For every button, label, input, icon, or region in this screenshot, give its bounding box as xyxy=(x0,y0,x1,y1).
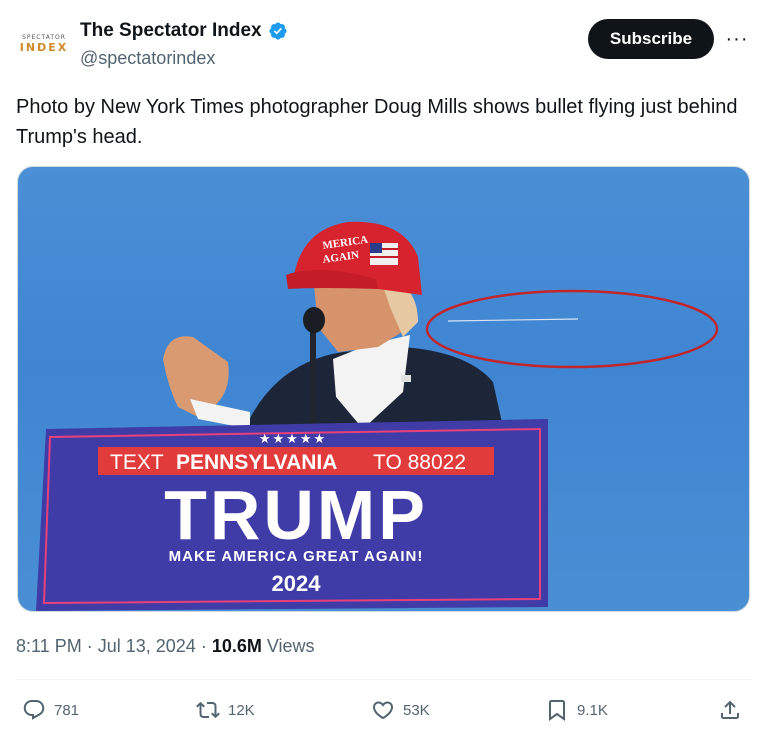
account-handle[interactable]: @spectatorindex xyxy=(80,48,215,69)
reply-button[interactable]: 781 xyxy=(22,698,79,722)
like-count: 53K xyxy=(403,701,430,719)
banner-text-3: TO 88022 xyxy=(373,451,466,474)
tweet-time[interactable]: 8:11 PM xyxy=(16,636,82,656)
views-label: Views xyxy=(266,636,315,656)
repost-count: 12K xyxy=(228,701,255,719)
more-options-icon[interactable]: ··· xyxy=(722,24,752,54)
podium-slogan: MAKE AMERICA GREAT AGAIN! xyxy=(169,548,424,565)
like-button[interactable]: 53K xyxy=(371,698,430,722)
bookmark-icon xyxy=(549,700,565,721)
divider xyxy=(16,679,752,680)
verified-badge-icon xyxy=(269,22,287,40)
repost-button[interactable]: 12K xyxy=(196,698,255,722)
photo-illustration: MERICA AGAIN ★★★★★ TEXT PENNSYLVANIA TO … xyxy=(36,221,719,611)
reply-count: 781 xyxy=(54,701,80,719)
podium-main-text: TRUMP xyxy=(164,476,428,554)
bookmark-button[interactable]: 9.1K xyxy=(545,698,608,722)
views-count: 10.6M xyxy=(211,636,262,656)
avatar[interactable]: SPECTATOR INDEX xyxy=(16,24,72,64)
podium-stars: ★★★★★ xyxy=(259,432,327,447)
banner-text-2: PENNSYLVANIA xyxy=(176,451,337,474)
meta-separator: · xyxy=(200,636,212,656)
tweet-date[interactable]: Jul 13, 2024 xyxy=(98,636,196,656)
reply-icon xyxy=(23,700,45,720)
avatar-text-bottom: INDEX xyxy=(19,41,69,54)
share-icon xyxy=(721,700,739,719)
meta-separator: · xyxy=(86,636,98,656)
tweet-text: Photo by New York Times photographer Dou… xyxy=(16,96,738,148)
heart-icon xyxy=(372,701,394,720)
account-name[interactable]: The Spectator Index xyxy=(80,20,262,42)
subscribe-button[interactable]: Subscribe xyxy=(588,19,714,59)
repost-icon xyxy=(196,701,220,719)
share-button[interactable] xyxy=(718,698,742,722)
tweet-photo[interactable]: MERICA AGAIN ★★★★★ TEXT PENNSYLVANIA TO … xyxy=(17,166,750,612)
podium-year: 2024 xyxy=(272,571,322,596)
banner-text-1: TEXT xyxy=(110,451,164,474)
bookmark-count: 9.1K xyxy=(577,701,608,719)
tweet-meta: 8:11 PM · Jul 13, 2024 · 10.6M Views xyxy=(16,636,315,657)
account-name-row[interactable]: The Spectator Index xyxy=(80,20,288,42)
